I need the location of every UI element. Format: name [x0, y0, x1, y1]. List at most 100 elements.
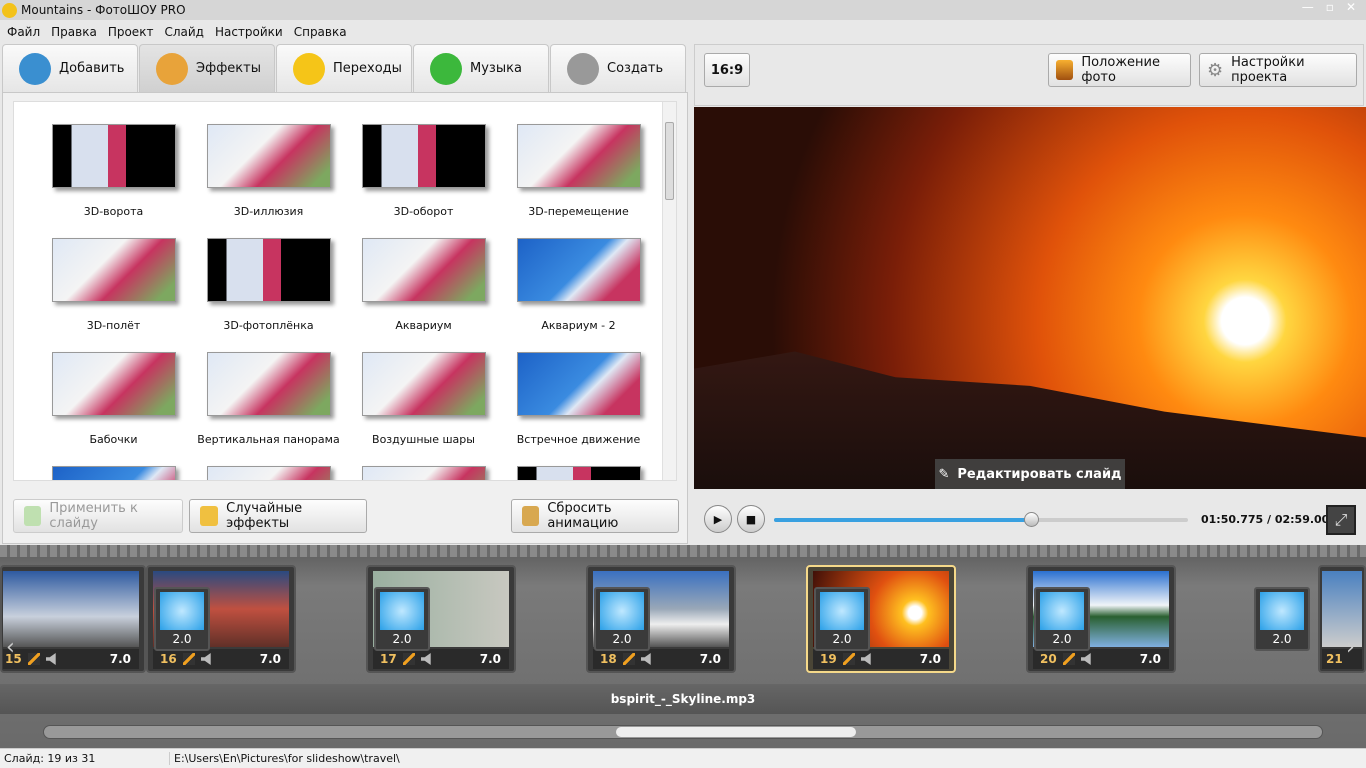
pencil-icon[interactable] — [402, 653, 415, 665]
tab-label: Добавить — [59, 61, 125, 76]
effect-label: 3D-оборот — [393, 205, 454, 218]
effect-item[interactable]: 3D-полёт — [36, 238, 191, 352]
pencil-icon: ✎ — [938, 466, 950, 482]
audio-track[interactable]: bspirit_-_Skyline.mp3 — [0, 684, 1366, 714]
effect-label: Воздушные шары — [372, 433, 475, 446]
effect-thumbnail — [361, 352, 486, 416]
tab-palette[interactable]: Эффекты — [139, 44, 275, 92]
tab-label: Создать — [607, 61, 664, 76]
effect-item[interactable] — [36, 466, 191, 480]
menu-settings[interactable]: Настройки — [215, 25, 283, 39]
playback-progress — [774, 518, 1031, 522]
transition-card[interactable]: 2.0 — [1034, 587, 1090, 651]
slide-number: 17 — [380, 652, 397, 666]
tab-star[interactable]: Переходы — [276, 44, 412, 92]
effect-label: 3D-полёт — [86, 319, 141, 332]
scrollbar-thumb[interactable] — [665, 122, 674, 200]
menu-help[interactable]: Справка — [294, 25, 347, 39]
transition-card[interactable]: 2.0 — [374, 587, 430, 651]
effect-label: Вертикальная панорама — [197, 433, 340, 446]
pencil-icon[interactable] — [1062, 653, 1075, 665]
slide-thumbnail — [1322, 571, 1362, 647]
slide-info-bar: 16 7.0 — [153, 649, 289, 669]
edit-slide-button[interactable]: ✎ Редактировать слайд — [935, 459, 1125, 489]
effects-panel: 3D-ворота 3D-иллюзия 3D-оборот 3D-перемещен… — [2, 92, 688, 544]
aspect-ratio-button[interactable]: 16:9 — [704, 53, 750, 87]
effect-item[interactable] — [191, 466, 346, 480]
transition-card[interactable]: 2.0 — [1254, 587, 1310, 651]
maximize-button[interactable]: ▫ — [1326, 0, 1334, 14]
tab-music-note[interactable]: Музыка — [413, 44, 549, 92]
effect-item[interactable]: 3D-ворота — [36, 124, 191, 238]
transition-thumbnail — [1040, 592, 1084, 630]
effect-item[interactable]: Бабочки — [36, 352, 191, 466]
pencil-icon[interactable] — [182, 653, 195, 665]
project-settings-button[interactable]: ⚙ Настройки проекта — [1199, 53, 1357, 87]
transition-card[interactable]: 2.0 — [814, 587, 870, 651]
slide-card[interactable]: 21 — [1318, 565, 1366, 673]
film-sprockets — [0, 545, 1366, 557]
playback-slider[interactable] — [774, 512, 1188, 527]
menu-slide[interactable]: Слайд — [164, 25, 204, 39]
magic-wand-icon — [200, 506, 219, 526]
pencil-icon[interactable] — [842, 653, 855, 665]
effect-item[interactable]: Аквариум — [346, 238, 501, 352]
speaker-icon[interactable] — [1080, 653, 1091, 665]
apply-to-slide-button[interactable]: Применить к слайду — [13, 499, 183, 533]
effect-thumbnail — [51, 466, 176, 480]
menu-file[interactable]: Файл — [7, 25, 40, 39]
photo-position-button[interactable]: Положение фото — [1048, 53, 1191, 87]
menu-project[interactable]: Проект — [108, 25, 154, 39]
stop-button[interactable]: ■ — [737, 505, 765, 533]
transition-thumbnail — [820, 592, 864, 630]
tab-camera[interactable]: Добавить — [2, 44, 138, 92]
title-bar: Mountains - ФотоШОУ PRO — ▫ ✕ — [0, 0, 1366, 20]
speaker-icon[interactable] — [420, 653, 431, 665]
scroll-left-arrow-icon[interactable]: ‹ — [6, 635, 15, 660]
pencil-icon[interactable] — [622, 653, 635, 665]
effect-item[interactable]: 3D-оборот — [346, 124, 501, 238]
effects-scrollbar[interactable] — [662, 102, 676, 480]
effect-item[interactable] — [501, 466, 656, 480]
playback-knob[interactable] — [1023, 512, 1039, 527]
timeline-scrollbar[interactable] — [43, 725, 1323, 739]
slide-duration: 7.0 — [919, 652, 941, 666]
tab-film-reel[interactable]: Создать — [550, 44, 686, 92]
effect-item[interactable]: 3D-иллюзия — [191, 124, 346, 238]
transition-thumbnail — [600, 592, 644, 630]
slide-card[interactable]: 15 7.0 — [0, 565, 146, 673]
play-button[interactable]: ▶ — [704, 505, 732, 533]
speaker-icon[interactable] — [45, 653, 56, 665]
effect-item[interactable]: Вертикальная панорама — [191, 352, 346, 466]
effect-item[interactable]: Воздушные шары — [346, 352, 501, 466]
transition-duration: 2.0 — [832, 632, 852, 646]
effect-item[interactable] — [346, 466, 501, 480]
transition-card[interactable]: 2.0 — [594, 587, 650, 651]
reset-animation-button[interactable]: Сбросить анимацию — [511, 499, 679, 533]
effect-item[interactable]: 3D-перемещение — [501, 124, 656, 238]
menu-edit[interactable]: Правка — [51, 25, 97, 39]
speaker-icon[interactable] — [860, 653, 871, 665]
tab-label: Эффекты — [196, 61, 261, 76]
transition-card[interactable]: 2.0 — [154, 587, 210, 651]
slide-info-bar: 18 7.0 — [593, 649, 729, 669]
slide-strip: 15 7.0 16 7.0 17 7.0 18 7.0 19 7.0 20 7.0 21 2.0 2.0 2.… — [0, 565, 1366, 675]
close-button[interactable]: ✕ — [1346, 0, 1356, 14]
timeline-scrollbar-thumb[interactable] — [616, 727, 856, 737]
speaker-icon[interactable] — [640, 653, 651, 665]
pencil-icon[interactable] — [27, 653, 40, 665]
effect-label: Бабочки — [89, 433, 138, 446]
effect-thumbnail — [516, 466, 641, 480]
star-icon — [293, 52, 325, 85]
effect-item[interactable]: 3D-фотоплёнка — [191, 238, 346, 352]
minimize-button[interactable]: — — [1302, 0, 1314, 14]
slide-number: 21 — [1326, 652, 1343, 666]
slide-duration: 7.0 — [1139, 652, 1161, 666]
effect-item[interactable]: Встречное движение — [501, 352, 656, 466]
random-effects-button[interactable]: Случайные эффекты — [189, 499, 367, 533]
scroll-right-arrow-icon[interactable]: › — [1346, 635, 1355, 660]
speaker-icon[interactable] — [200, 653, 211, 665]
fullscreen-button[interactable]: ⤢ — [1326, 505, 1356, 535]
slide-duration: 7.0 — [699, 652, 721, 666]
effect-item[interactable]: Аквариум - 2 — [501, 238, 656, 352]
